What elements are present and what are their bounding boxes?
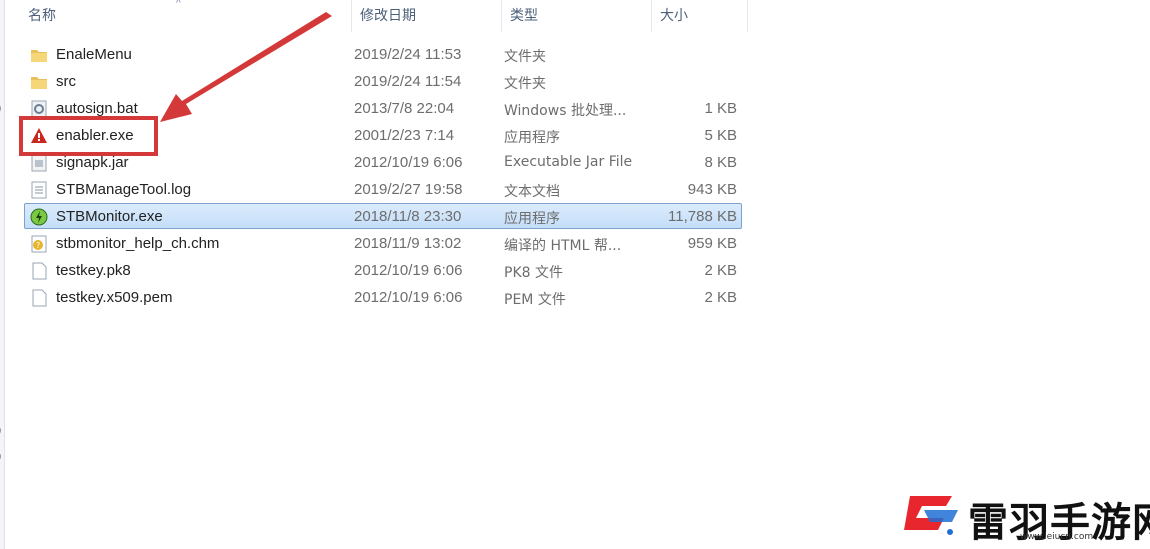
file-date: 2019/2/24 11:54 xyxy=(354,73,462,90)
file-row[interactable]: ? stbmonitor_help_ch.chm 2018/11/9 13:02 编译… xyxy=(24,230,742,256)
file-date: 2018/11/9 13:02 xyxy=(354,235,462,252)
file-size: 5 KB xyxy=(704,127,737,144)
file-type: PEM 文件 xyxy=(504,292,566,308)
folder-icon xyxy=(30,46,48,64)
text-file-icon xyxy=(30,181,48,199)
edge-glyph: ) xyxy=(0,100,1,115)
svg-text:?: ? xyxy=(36,241,40,250)
file-size: 1 KB xyxy=(704,100,737,117)
file-row[interactable]: testkey.x509.pem 2012/10/19 6:06 PEM 文件 2 K… xyxy=(24,284,742,310)
file-type: 编译的 HTML 帮... xyxy=(504,238,622,254)
file-size: 943 KB xyxy=(687,181,737,198)
file-name: signapk.jar xyxy=(56,154,129,171)
file-name: STBMonitor.exe xyxy=(56,208,163,225)
column-header-bar: ^ 名称 修改日期 类型 大小 xyxy=(6,0,748,32)
folder-icon xyxy=(30,73,48,91)
edge-glyph: ) xyxy=(0,422,1,437)
file-date: 2019/2/27 19:58 xyxy=(354,181,463,198)
file-name: testkey.x509.pem xyxy=(56,289,173,306)
file-type: 文件夹 xyxy=(504,49,546,65)
blank-file-icon xyxy=(30,262,48,280)
file-size: 11,788 KB xyxy=(668,208,737,225)
help-file-icon: ? xyxy=(30,235,48,253)
file-type: PK8 文件 xyxy=(504,265,563,281)
column-header-date[interactable]: 修改日期 xyxy=(352,0,502,32)
brand-url: www.leiucn.com xyxy=(1020,532,1094,542)
file-type: 文件夹 xyxy=(504,76,546,92)
brand-watermark: 雷羽手游网 www.leiucn.com xyxy=(902,484,1150,549)
brand-logo-icon xyxy=(904,496,958,535)
file-type: 应用程序 xyxy=(504,211,560,227)
column-header-type[interactable]: 类型 xyxy=(502,0,652,32)
file-type: Windows 批处理... xyxy=(504,103,627,119)
file-size: 8 KB xyxy=(704,154,737,171)
file-date: 2012/10/19 6:06 xyxy=(354,289,463,306)
file-name: autosign.bat xyxy=(56,100,138,117)
navigation-pane-edge xyxy=(0,0,5,549)
file-date: 2018/11/8 23:30 xyxy=(354,208,462,225)
file-row[interactable]: testkey.pk8 2012/10/19 6:06 PK8 文件 2 KB xyxy=(24,257,742,283)
column-header-size[interactable]: 大小 xyxy=(652,0,748,32)
file-date: 2012/10/19 6:06 xyxy=(354,262,463,279)
file-name: src xyxy=(56,73,76,90)
file-name: EnaleMenu xyxy=(56,46,132,63)
annotation-highlight-box xyxy=(19,116,158,156)
file-size: 959 KB xyxy=(687,235,737,252)
file-row[interactable]: STBMonitor.exe 2018/11/8 23:30 应用程序 11,788 … xyxy=(24,203,742,229)
blank-file-icon xyxy=(30,289,48,307)
file-name: stbmonitor_help_ch.chm xyxy=(56,235,220,252)
jar-file-icon xyxy=(30,154,48,172)
monitor-app-icon xyxy=(30,208,48,226)
file-date: 2012/10/19 6:06 xyxy=(354,154,463,171)
column-header-name[interactable]: 名称 xyxy=(20,0,352,32)
file-name: STBManageTool.log xyxy=(56,181,192,198)
file-size: 2 KB xyxy=(704,289,737,306)
file-row[interactable]: src 2019/2/24 11:54 文件夹 xyxy=(24,68,742,94)
file-type: 文本文档 xyxy=(504,184,560,200)
file-type: 应用程序 xyxy=(504,130,560,146)
file-row[interactable]: EnaleMenu 2019/2/24 11:53 文件夹 xyxy=(24,41,742,67)
file-name: testkey.pk8 xyxy=(56,262,131,279)
file-size: 2 KB xyxy=(704,262,737,279)
file-date: 2013/7/8 22:04 xyxy=(354,100,455,117)
file-type: Executable Jar File xyxy=(504,154,633,170)
file-date: 2001/2/23 7:14 xyxy=(354,127,455,144)
file-row[interactable]: STBManageTool.log 2019/2/27 19:58 文本文档 943 … xyxy=(24,176,742,202)
file-date: 2019/2/24 11:53 xyxy=(354,46,462,63)
edge-glyph: ) xyxy=(0,448,1,463)
